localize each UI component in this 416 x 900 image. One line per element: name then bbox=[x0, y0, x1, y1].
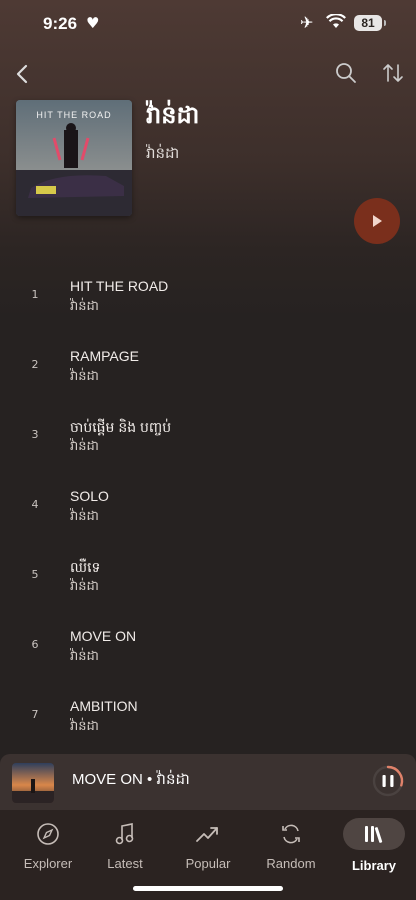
album-artist[interactable]: វ៉ាន់ដា bbox=[146, 144, 179, 166]
track-title: SOLO bbox=[70, 488, 109, 504]
track-title: RAMPAGE bbox=[70, 348, 139, 364]
play-icon bbox=[373, 215, 382, 227]
music-note-icon bbox=[85, 820, 165, 848]
status-time: 9:26 bbox=[43, 14, 78, 33]
library-icon bbox=[343, 818, 405, 850]
cover-title-text: HIT THE ROAD bbox=[36, 110, 112, 120]
track-row[interactable]: 1 HIT THE ROAD វ៉ាន់ដា bbox=[0, 262, 416, 332]
track-artist: វ៉ាន់ដា bbox=[70, 719, 99, 734]
search-icon bbox=[336, 63, 356, 83]
track-title: AMBITION bbox=[70, 698, 138, 714]
pause-button[interactable] bbox=[370, 763, 406, 799]
tab-library[interactable]: Library bbox=[334, 818, 414, 873]
status-bar: 9:26 ♥ ✈ 81 bbox=[0, 0, 416, 48]
track-row[interactable]: 7 AMBITION វ៉ាន់ដា bbox=[0, 682, 416, 752]
track-row[interactable]: 5 ឈឺទេ វ៉ាន់ដា bbox=[0, 542, 416, 612]
track-row[interactable]: 2 RAMPAGE វ៉ាន់ដា bbox=[0, 332, 416, 402]
album-cover: HIT THE ROAD bbox=[16, 100, 132, 216]
now-playing-title: MOVE ON • វ៉ាន់ដា bbox=[72, 771, 190, 788]
tab-popular[interactable]: Popular bbox=[168, 820, 248, 871]
trending-up-icon bbox=[168, 820, 248, 848]
now-playing-artwork bbox=[12, 763, 54, 803]
tab-latest[interactable]: Latest bbox=[85, 820, 165, 871]
tab-label: Popular bbox=[185, 856, 231, 871]
track-number: 3 bbox=[31, 428, 39, 441]
tab-label: Random bbox=[266, 856, 316, 871]
heart-icon: ♥ bbox=[86, 14, 100, 32]
track-artist: វ៉ាន់ដា bbox=[70, 439, 99, 454]
progress-ring bbox=[372, 765, 404, 797]
track-row[interactable]: 6 MOVE ON វ៉ាន់ដា bbox=[0, 612, 416, 682]
track-number: 7 bbox=[31, 708, 39, 721]
shuffle-icon bbox=[251, 820, 331, 848]
chevron-left-icon bbox=[16, 64, 28, 84]
tab-label: Library bbox=[351, 858, 397, 873]
pause-icon bbox=[382, 775, 394, 787]
mini-player[interactable]: MOVE ON • វ៉ាន់ដា bbox=[0, 754, 416, 810]
track-title: ឈឺទេ bbox=[70, 559, 101, 575]
back-button[interactable] bbox=[10, 60, 34, 88]
sort-icon bbox=[383, 64, 403, 82]
tab-label: Latest bbox=[107, 856, 143, 871]
track-number: 4 bbox=[31, 498, 39, 511]
wifi-icon bbox=[326, 13, 346, 33]
play-button[interactable] bbox=[354, 198, 400, 244]
track-title: MOVE ON bbox=[70, 628, 137, 644]
track-row[interactable]: 3 ចាប់ផ្ដើម និង បញ្ចប់ វ៉ាន់ដា bbox=[0, 402, 416, 472]
track-artist: វ៉ាន់ដា bbox=[70, 369, 99, 384]
track-number: 1 bbox=[31, 288, 39, 301]
track-number: 6 bbox=[31, 638, 39, 651]
compass-icon bbox=[8, 820, 88, 848]
tab-random[interactable]: Random bbox=[251, 820, 331, 871]
airplane-icon: ✈ bbox=[300, 13, 314, 32]
track-artist: វ៉ាន់ដា bbox=[70, 649, 99, 664]
track-artist: វ៉ាន់ដា bbox=[70, 509, 99, 524]
track-title: HIT THE ROAD bbox=[70, 278, 169, 294]
album-title: វ៉ាន់ដា bbox=[146, 101, 200, 129]
search-button[interactable] bbox=[333, 60, 359, 86]
track-number: 5 bbox=[31, 568, 39, 581]
battery-indicator: 81 bbox=[354, 15, 386, 31]
tab-explorer[interactable]: Explorer bbox=[8, 820, 88, 871]
sort-button[interactable] bbox=[380, 60, 406, 86]
track-list: 1 HIT THE ROAD វ៉ាន់ដា 2 RAMPAGE វ៉ាន់ដា… bbox=[0, 262, 416, 752]
tab-label: Explorer bbox=[23, 856, 73, 871]
track-artist: វ៉ាន់ដា bbox=[70, 579, 99, 594]
home-indicator bbox=[133, 886, 283, 891]
track-title: ចាប់ផ្ដើម និង បញ្ចប់ bbox=[70, 419, 172, 435]
track-row[interactable]: 4 SOLO វ៉ាន់ដា bbox=[0, 472, 416, 542]
track-artist: វ៉ាន់ដា bbox=[70, 299, 99, 314]
track-number: 2 bbox=[31, 358, 39, 371]
